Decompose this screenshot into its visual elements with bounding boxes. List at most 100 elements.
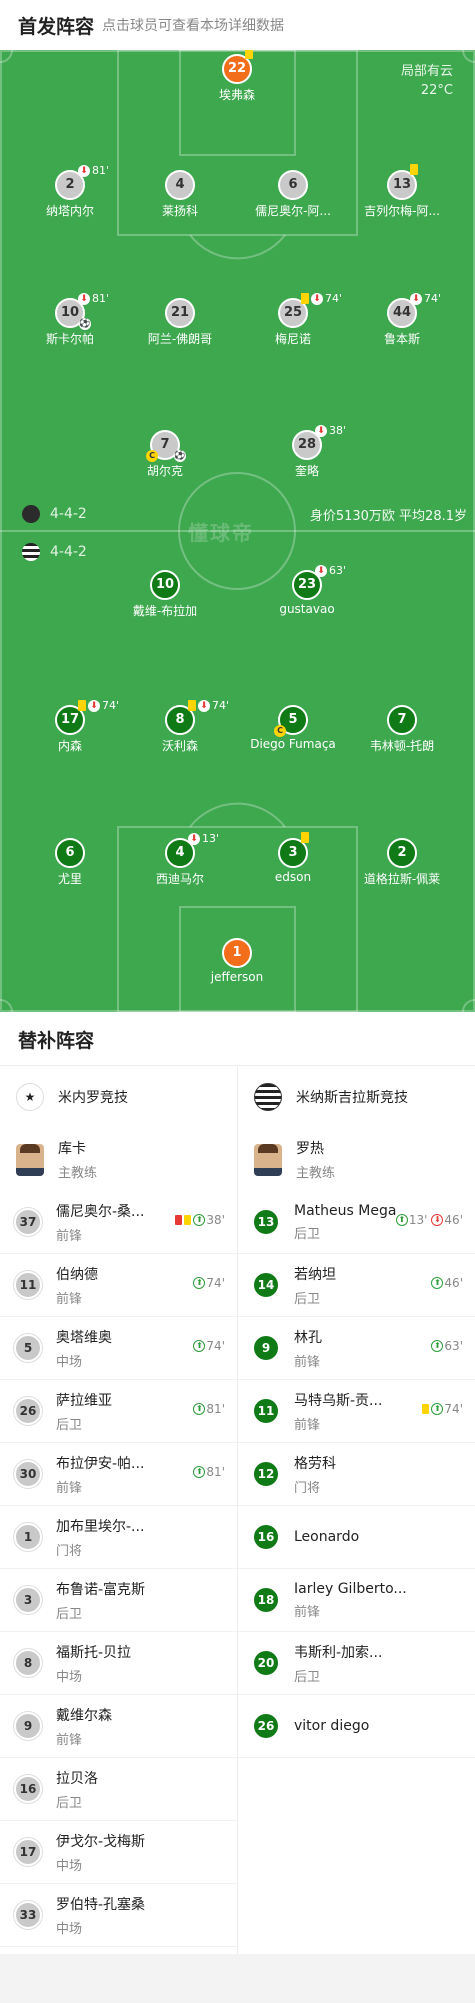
player-event: ⬇ 74' xyxy=(301,292,342,305)
player-name: 道格拉斯-佩莱 xyxy=(363,872,441,886)
away-player[interactable]: 28 ⬇ 38' 奎略 xyxy=(257,424,357,479)
player-number: 6 xyxy=(55,838,85,868)
player-event: ⬇ 74' xyxy=(188,699,229,712)
player-number: 14 xyxy=(252,1271,280,1299)
player-event: ⬇ 81' xyxy=(78,292,109,305)
home-player[interactable]: 23 ⬇ 63' gustavao xyxy=(257,564,357,616)
away-player[interactable]: 2 ⬇ 81' 纳塔内尔 xyxy=(20,164,120,219)
player-event: ⬇ 13' xyxy=(188,832,219,845)
away-subs-column: ★ 米内罗竞技 库卡 主教练 37 儒尼奥尔-桑... 前锋 ⬆ 38' 11 伯纳德 前锋 ⬆… xyxy=(0,1065,237,1947)
yellow-card-icon xyxy=(78,700,86,711)
away-player[interactable]: 6 儒尼奥尔-阿... xyxy=(243,170,343,219)
player-position: 前锋 xyxy=(294,1417,321,1433)
player-number: 7 C ⚽ xyxy=(146,430,186,462)
player-name: 西迪马尔 xyxy=(155,872,204,886)
player-info: 若纳坦 后卫 xyxy=(294,1264,409,1307)
sub-player-row[interactable]: 8 福斯托-贝拉 中场 xyxy=(0,1632,237,1695)
away-formation: 4-4-2 xyxy=(50,506,87,522)
sub-player-row[interactable]: 33 罗伯特-孔塞桑 中场 xyxy=(0,1884,237,1947)
player-number: 5C xyxy=(274,705,308,737)
player-name: 儒尼奥尔-阿... xyxy=(255,204,331,218)
sub-out-icon: ⬇ xyxy=(311,292,323,305)
player-position: 中场 xyxy=(56,1858,83,1874)
away-player[interactable]: 10 ⚽ ⬇ 81' 斯卡尔帕 xyxy=(20,292,120,347)
sub-out-icon: ⬇ xyxy=(431,1214,444,1226)
yellow-card-icon xyxy=(410,164,418,175)
sub-player-row[interactable]: 18 Iarley Gilberto... 前锋 xyxy=(238,1569,475,1632)
player-event xyxy=(301,832,311,843)
home-formation-row: 4-4-2 xyxy=(22,541,87,563)
sub-player-row[interactable]: 3 布鲁诺-富克斯 后卫 xyxy=(0,1569,237,1632)
player-name: 加布里埃尔-... xyxy=(56,1518,145,1535)
home-player[interactable]: 8 ⬇ 74' 沃利森 xyxy=(130,699,230,754)
sub-in-icon: ⬆ xyxy=(431,1277,444,1289)
sub-player-row[interactable]: 17 伊戈尔-戈梅斯 中场 xyxy=(0,1821,237,1884)
away-player[interactable]: 21 阿兰-佛朗哥 xyxy=(130,298,230,347)
home-player[interactable]: 17 ⬇ 74' 内森 xyxy=(20,699,120,754)
sub-player-row[interactable]: 11 伯纳德 前锋 ⬆ 74' xyxy=(0,1254,237,1317)
sub-player-row[interactable]: 37 儒尼奥尔-桑... 前锋 ⬆ 38' xyxy=(0,1191,237,1254)
sub-player-row[interactable]: 20 韦斯利-加索... 后卫 xyxy=(238,1632,475,1695)
away-coach[interactable]: 库卡 主教练 xyxy=(0,1128,237,1191)
home-coach[interactable]: 罗热 主教练 xyxy=(238,1128,475,1191)
sub-player-row[interactable]: 16 拉贝洛 后卫 xyxy=(0,1758,237,1821)
sub-player-row[interactable]: 13 Matheus Mega 后卫 ⬆ 13' ⬇ 46' xyxy=(238,1191,475,1254)
player-info: Iarley Gilberto... 前锋 xyxy=(294,1581,409,1620)
away-player[interactable]: 7 C ⚽ 胡尔克 xyxy=(115,430,215,479)
captain-icon: C xyxy=(274,725,286,737)
away-team-badge-icon xyxy=(22,505,40,523)
sub-player-row[interactable]: 16 Leonardo xyxy=(238,1506,475,1569)
home-player[interactable]: 4 ⬇ 13' 西迪马尔 xyxy=(130,832,230,887)
player-name: 吉列尔梅-阿... xyxy=(364,204,440,218)
home-player[interactable]: 6 尤里 xyxy=(20,838,120,887)
home-player[interactable]: 10 戴维-布拉加 xyxy=(115,570,215,619)
event-minute: 81' xyxy=(92,164,110,177)
player-name: Matheus Mega xyxy=(294,1202,397,1219)
player-name: 梅尼诺 xyxy=(274,332,311,346)
player-event: ⬇ 63' xyxy=(315,564,346,577)
home-player[interactable]: 5 C Diego Fumaça xyxy=(243,705,343,751)
sub-player-row[interactable]: 11 马特乌斯-贡... 前锋 ⬆ 74' xyxy=(238,1380,475,1443)
player-number: 26 xyxy=(14,1397,42,1425)
player-events: ⬆ 13' ⬇ 46' xyxy=(395,1213,463,1227)
sub-in-minute: 46' xyxy=(444,1276,463,1290)
home-player[interactable]: 1 jefferson xyxy=(187,938,287,984)
home-team-row[interactable]: 米纳斯吉拉斯竞技 xyxy=(238,1065,475,1128)
away-player[interactable]: 22 埃弗森 xyxy=(187,50,287,103)
player-number: 16 xyxy=(14,1775,42,1803)
coach-name: 罗热 xyxy=(296,1141,324,1157)
player-number: 12 xyxy=(252,1460,280,1488)
away-player[interactable]: 13 吉列尔梅-阿... xyxy=(352,164,452,219)
home-player[interactable]: 2 道格拉斯-佩莱 xyxy=(352,838,452,887)
sub-player-row[interactable]: 26 vitor diego xyxy=(238,1695,475,1758)
sub-out-icon: ⬇ xyxy=(410,292,422,305)
sub-player-row[interactable]: 12 格劳科 门将 xyxy=(238,1443,475,1506)
player-info: 林孔 前锋 xyxy=(294,1327,409,1370)
away-player[interactable]: 4 莱扬科 xyxy=(130,170,230,219)
player-events: ⬆ 81' xyxy=(193,1402,225,1416)
sub-player-row[interactable]: 26 萨拉维亚 后卫 ⬆ 81' xyxy=(0,1380,237,1443)
sub-player-row[interactable]: 1 加布里埃尔-... 门将 xyxy=(0,1506,237,1569)
player-info: 戴维尔森 前锋 xyxy=(56,1705,171,1748)
player-position: 前锋 xyxy=(56,1291,83,1307)
sub-player-row[interactable]: 9 林孔 前锋 ⬆ 63' xyxy=(238,1317,475,1380)
away-player[interactable]: 25 ⬇ 74' 梅尼诺 xyxy=(243,292,343,347)
event-minute: 74' xyxy=(424,292,442,305)
sub-player-row[interactable]: 9 戴维尔森 前锋 xyxy=(0,1695,237,1758)
sub-player-row[interactable]: 30 布拉伊安-帕... 前锋 ⬆ 81' xyxy=(0,1443,237,1506)
away-player[interactable]: 44 ⬇ 74' 鲁本斯 xyxy=(352,292,452,347)
coach-avatar xyxy=(254,1143,282,1176)
event-minute: 81' xyxy=(92,292,110,305)
home-team-badge-icon xyxy=(254,1082,282,1111)
player-number: 9 xyxy=(252,1334,280,1362)
player-number: 20 xyxy=(252,1649,280,1677)
player-events: ⬆ 63' xyxy=(431,1339,463,1353)
home-player[interactable]: 7 韦林顿-托朗 xyxy=(352,705,452,754)
player-position: 后卫 xyxy=(294,1669,321,1685)
home-player[interactable]: 3 edson xyxy=(243,832,343,884)
player-number: 26 xyxy=(252,1712,280,1740)
sub-player-row[interactable]: 5 奥塔维奥 中场 ⬆ 74' xyxy=(0,1317,237,1380)
away-team-row[interactable]: ★ 米内罗竞技 xyxy=(0,1065,237,1128)
sub-player-row[interactable]: 14 若纳坦 后卫 ⬆ 46' xyxy=(238,1254,475,1317)
player-name: 奎略 xyxy=(294,464,319,478)
